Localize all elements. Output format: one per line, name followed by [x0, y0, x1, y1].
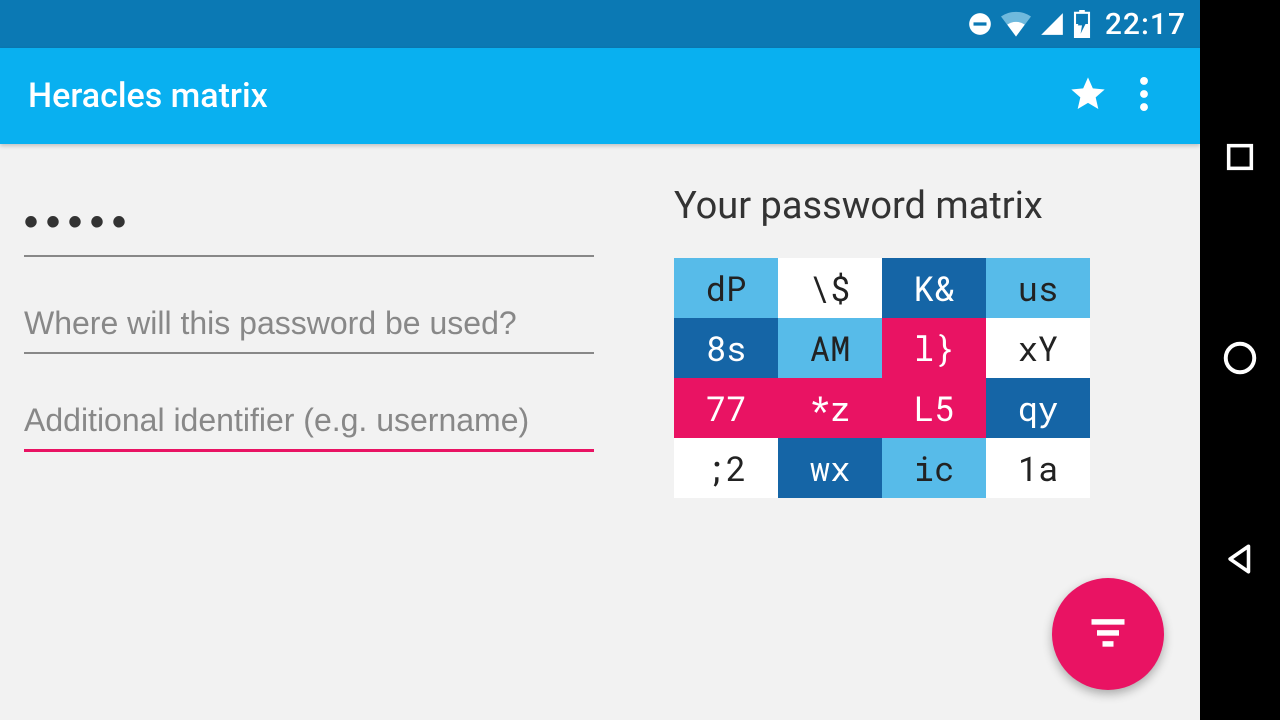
- circle-icon: [1221, 362, 1259, 381]
- matrix-cell: K&: [882, 258, 986, 318]
- matrix-cell: \$: [778, 258, 882, 318]
- app-title: Heracles matrix: [28, 76, 1060, 116]
- matrix-cell: dP: [674, 258, 778, 318]
- master-password-input[interactable]: [24, 194, 594, 257]
- status-bar: 22:17: [0, 0, 1200, 48]
- matrix-cell: ;2: [674, 438, 778, 498]
- battery-icon: [1073, 10, 1091, 38]
- more-vert-icon: [1140, 77, 1148, 115]
- fab-button[interactable]: [1052, 578, 1164, 690]
- matrix-cell: 77: [674, 378, 778, 438]
- where-used-field: [24, 299, 594, 354]
- matrix-cell: *z: [778, 378, 882, 438]
- identifier-field: [24, 396, 594, 452]
- master-password-field: [24, 194, 594, 257]
- matrix-cell: us: [986, 258, 1090, 318]
- matrix-cell: l}: [882, 318, 986, 378]
- sort-icon: [1086, 610, 1130, 658]
- status-time: 22:17: [1105, 7, 1186, 42]
- system-nav-bar: [1200, 0, 1280, 720]
- where-used-input[interactable]: [24, 299, 594, 354]
- matrix-cell: xY: [986, 318, 1090, 378]
- password-matrix: dP\$K&us 8sAMl}xY 77*zL5qy ;2wxic1a: [674, 258, 1176, 498]
- identifier-input[interactable]: [24, 396, 594, 452]
- back-button[interactable]: [1223, 542, 1257, 580]
- input-column: [24, 194, 594, 720]
- matrix-cell: ic: [882, 438, 986, 498]
- matrix-title: Your password matrix: [674, 184, 1176, 228]
- back-triangle-icon: [1223, 561, 1257, 580]
- matrix-cell: 8s: [674, 318, 778, 378]
- recent-apps-button[interactable]: [1223, 140, 1257, 178]
- content-area: Your password matrix dP\$K&us 8sAMl}xY 77*…: [0, 144, 1200, 720]
- signal-icon: [1039, 11, 1065, 37]
- square-icon: [1223, 159, 1257, 178]
- app-bar: Heracles matrix: [0, 48, 1200, 144]
- favorite-button[interactable]: [1060, 68, 1116, 124]
- matrix-cell: L5: [882, 378, 986, 438]
- app-screen: 22:17 Heracles matrix You: [0, 0, 1200, 720]
- matrix-cell: qy: [986, 378, 1090, 438]
- dnd-icon: [967, 11, 993, 37]
- matrix-cell: 1a: [986, 438, 1090, 498]
- matrix-cell: wx: [778, 438, 882, 498]
- matrix-cell: AM: [778, 318, 882, 378]
- star-icon: [1068, 74, 1108, 118]
- overflow-menu-button[interactable]: [1116, 68, 1172, 124]
- home-button[interactable]: [1221, 339, 1259, 381]
- wifi-icon: [1001, 11, 1031, 37]
